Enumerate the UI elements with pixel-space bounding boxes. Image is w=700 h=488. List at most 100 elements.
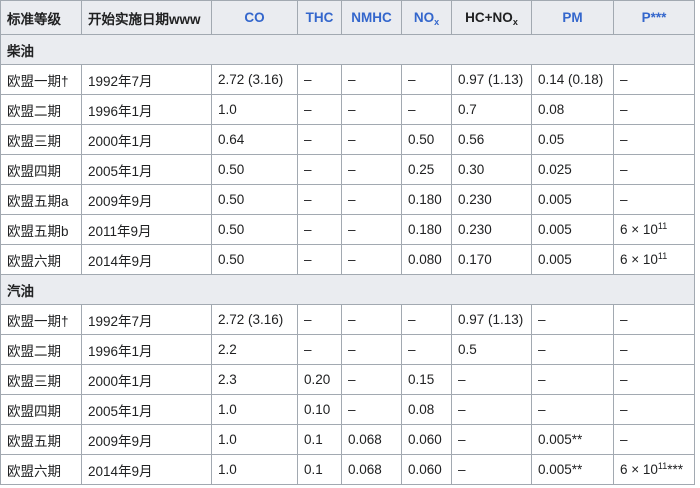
cell-value: –: [620, 342, 628, 357]
emission-standards-table: 标准等级 开始实施日期www CO THC NMHC NOx HC+NOx PM P*** 柴油…: [0, 0, 695, 485]
cell-value: –: [304, 192, 312, 207]
cell-nox: 0.060: [401, 424, 452, 455]
cell-pn: –: [613, 394, 695, 425]
cell-value: –: [348, 372, 356, 387]
cell-value: 0.005: [538, 192, 572, 207]
cell-value: 0.005: [538, 252, 572, 267]
cell-value: 2000年1月: [88, 373, 153, 389]
cell-value: 欧盟四期: [7, 163, 61, 179]
cell-value: 0.080: [408, 252, 442, 267]
cell-value: 2005年1月: [88, 163, 153, 179]
section-row: 柴油: [0, 34, 695, 65]
cell-value: 2009年9月: [88, 193, 153, 209]
cell-value: –: [304, 342, 312, 357]
cell-nox: 0.060: [401, 454, 452, 485]
cell-pm: 0.025: [531, 154, 614, 185]
cell-value: –: [348, 402, 356, 417]
table-row: 欧盟四期 2005年1月 1.0 0.10 – 0.08 – – –: [0, 394, 695, 425]
table-row: 欧盟六期 2014年9月 1.0 0.1 0.068 0.060 – 0.005** 6 × 1…: [0, 454, 695, 485]
cell-nmhc: 0.068: [341, 424, 402, 455]
cell-value: –: [348, 342, 356, 357]
cell-pm: 0.14 (0.18): [531, 64, 614, 95]
cell-value: 0.08: [538, 102, 565, 117]
cell-value: 0.56: [458, 132, 485, 147]
cell-standard: 欧盟四期: [0, 154, 82, 185]
cell-co: 0.64: [211, 124, 298, 155]
cell-value: 1.0: [218, 432, 237, 447]
cell-date: 1992年7月: [81, 64, 212, 95]
cell-value: –: [458, 462, 466, 477]
cell-value: –: [304, 102, 312, 117]
cell-standard: 欧盟三期: [0, 364, 82, 395]
header-standard: 标准等级: [0, 0, 82, 35]
cell-footnote-mark: ***: [667, 462, 684, 477]
cell-co: 0.50: [211, 154, 298, 185]
cell-thc: –: [297, 94, 342, 125]
cell-nmhc: –: [341, 244, 402, 275]
cell-nox: 0.25: [401, 154, 452, 185]
cell-value: 欧盟五期a: [7, 193, 69, 209]
header-pn[interactable]: P***: [613, 0, 695, 35]
cell-value: 1.0: [218, 102, 237, 117]
cell-pn: –: [613, 184, 695, 215]
header-pm[interactable]: PM: [531, 0, 614, 35]
header-thc[interactable]: THC: [297, 0, 342, 35]
cell-thc: –: [297, 184, 342, 215]
cell-value: 0.068: [348, 462, 382, 477]
header-date: 开始实施日期www: [81, 0, 212, 35]
cell-value: 2011年9月: [88, 223, 152, 239]
cell-value: 0.97 (1.13): [458, 312, 524, 327]
header-nox[interactable]: NOx: [401, 0, 452, 35]
cell-nox: –: [401, 334, 452, 365]
cell-co: 0.50: [211, 214, 298, 245]
cell-value: 欧盟三期: [7, 133, 61, 149]
header-label: CO: [244, 10, 265, 25]
cell-nmhc: –: [341, 154, 402, 185]
cell-standard: 欧盟二期: [0, 94, 82, 125]
cell-value: 欧盟三期: [7, 373, 61, 389]
cell-value: 0.068: [348, 432, 382, 447]
cell-value: 1996年1月: [88, 103, 153, 119]
cell-value: 0.230: [458, 192, 492, 207]
cell-pn: 6 × 1011: [613, 244, 695, 275]
cell-co: 0.50: [211, 244, 298, 275]
cell-nox: 0.08: [401, 394, 452, 425]
cell-co: 0.50: [211, 184, 298, 215]
cell-thc: –: [297, 214, 342, 245]
cell-value: 2.2: [218, 342, 237, 357]
cell-standard: 欧盟五期b: [0, 214, 82, 245]
cell-pm: 0.005: [531, 214, 614, 245]
cell-value: 欧盟六期: [7, 463, 61, 479]
cell-pn: –: [613, 94, 695, 125]
cell-hc-nox: 0.97 (1.13): [451, 304, 532, 335]
cell-co: 2.72 (3.16): [211, 304, 298, 335]
cell-value: 0.180: [408, 222, 442, 237]
cell-value: 欧盟二期: [7, 103, 61, 119]
cell-co: 2.72 (3.16): [211, 64, 298, 95]
cell-value: –: [304, 72, 312, 87]
header-subscript: x: [434, 17, 440, 27]
cell-value: –: [348, 222, 356, 237]
cell-value: 欧盟一期†: [7, 313, 69, 329]
cell-nmhc: –: [341, 394, 402, 425]
header-nmhc[interactable]: NMHC: [341, 0, 402, 35]
cell-pn: –: [613, 124, 695, 155]
cell-pn: –: [613, 64, 695, 95]
section-row: 汽油: [0, 274, 695, 305]
section-title: 柴油: [0, 34, 695, 65]
cell-value: –: [620, 102, 628, 117]
cell-nmhc: –: [341, 334, 402, 365]
cell-nmhc: –: [341, 214, 402, 245]
cell-value: 0.05: [538, 132, 565, 147]
cell-nmhc: –: [341, 64, 402, 95]
header-co[interactable]: CO: [211, 0, 298, 35]
cell-value: –: [408, 342, 416, 357]
table-row: 欧盟一期† 1992年7月 2.72 (3.16) – – – 0.97 (1.13) 0.1…: [0, 64, 695, 95]
cell-value: 0.5: [458, 342, 477, 357]
cell-thc: –: [297, 64, 342, 95]
cell-date: 1992年7月: [81, 304, 212, 335]
cell-value: 0.64: [218, 132, 245, 147]
cell-pm: –: [531, 304, 614, 335]
cell-value: 0.14 (0.18): [538, 72, 604, 87]
cell-value: –: [538, 312, 546, 327]
